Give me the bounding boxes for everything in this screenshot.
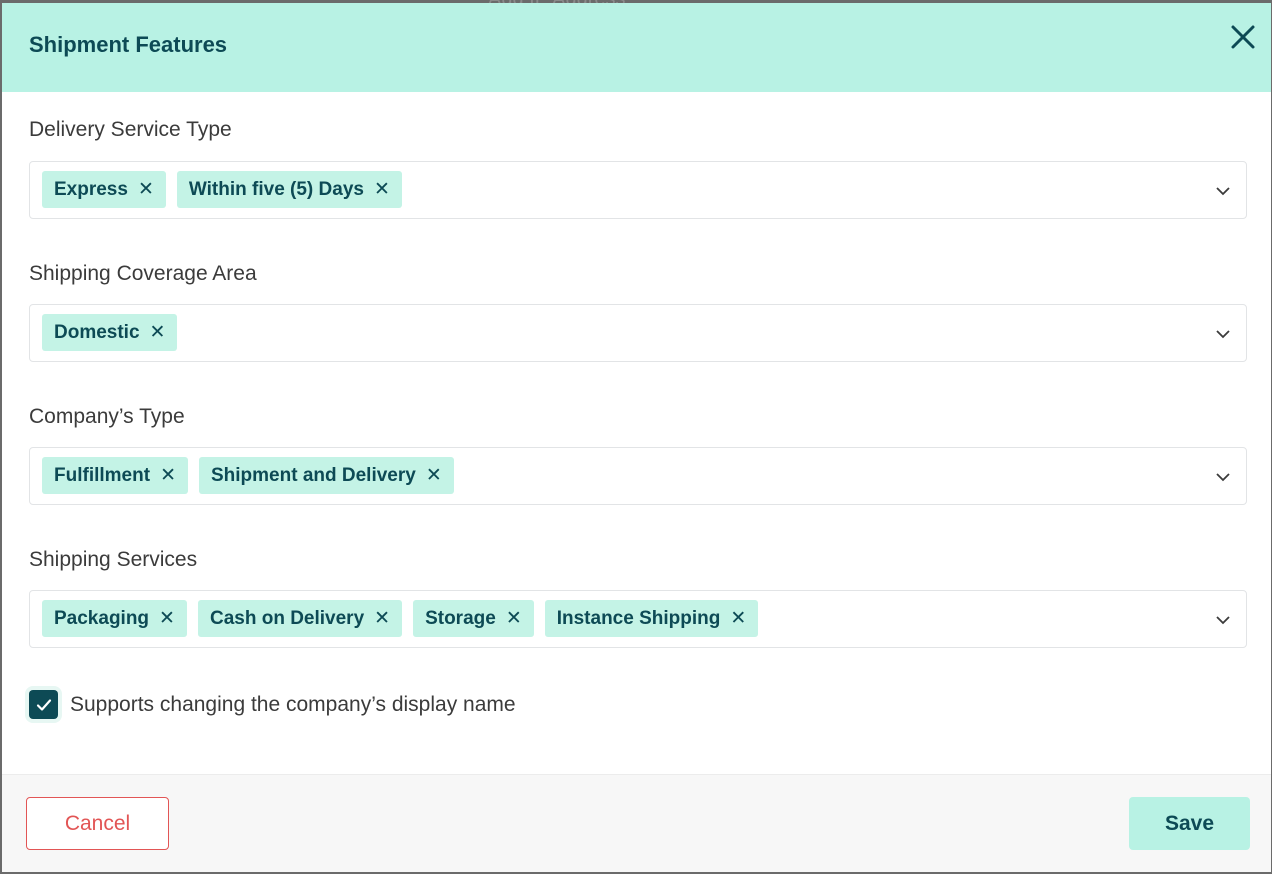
shipping-services-select[interactable]: Packaging ✕ Cash on Delivery ✕ Storage ✕… bbox=[29, 590, 1247, 648]
company-type-label: Company’s Type bbox=[29, 405, 185, 428]
chip-label: Fulfillment bbox=[54, 464, 151, 486]
company-type-select[interactable]: Fulfillment ✕ Shipment and Delivery ✕ bbox=[29, 447, 1247, 505]
modal-body: Delivery Service Type Express ✕ Within f… bbox=[2, 92, 1271, 774]
remove-chip-icon[interactable]: ✕ bbox=[374, 609, 390, 628]
shipping-coverage-area-select[interactable]: Domestic ✕ bbox=[29, 304, 1247, 362]
remove-chip-icon[interactable]: ✕ bbox=[159, 609, 175, 628]
shipping-coverage-area-label: Shipping Coverage Area bbox=[29, 262, 257, 285]
remove-chip-icon[interactable]: ✕ bbox=[138, 180, 154, 199]
chip: Shipment and Delivery ✕ bbox=[198, 457, 454, 494]
chevron-down-icon[interactable] bbox=[1214, 325, 1232, 343]
remove-chip-icon[interactable]: ✕ bbox=[506, 609, 522, 628]
remove-chip-icon[interactable]: ✕ bbox=[150, 323, 166, 342]
chip: Storage ✕ bbox=[413, 600, 534, 637]
modal-header: Shipment Features bbox=[2, 3, 1271, 92]
delivery-service-type-label: Delivery Service Type bbox=[29, 118, 232, 141]
close-icon[interactable] bbox=[1229, 23, 1257, 51]
chip-label: Domestic bbox=[54, 321, 140, 343]
remove-chip-icon[interactable]: ✕ bbox=[426, 466, 442, 485]
chip: Express ✕ bbox=[42, 171, 166, 208]
display-name-checkbox-label: Supports changing the company’s display … bbox=[70, 692, 516, 716]
display-name-checkbox-row: Supports changing the company’s display … bbox=[29, 690, 516, 719]
check-icon bbox=[36, 698, 51, 711]
chip: Domestic ✕ bbox=[42, 314, 178, 351]
delivery-service-type-select[interactable]: Express ✕ Within five (5) Days ✕ bbox=[29, 161, 1247, 219]
chip-label: Cash on Delivery bbox=[209, 607, 365, 629]
chevron-down-icon[interactable] bbox=[1214, 182, 1232, 200]
chevron-down-icon[interactable] bbox=[1214, 468, 1232, 486]
chip: Fulfillment ✕ bbox=[42, 457, 188, 494]
chip-label: Within five (5) Days bbox=[188, 178, 364, 200]
display-name-checkbox[interactable] bbox=[29, 690, 58, 719]
remove-chip-icon[interactable]: ✕ bbox=[730, 609, 746, 628]
chip: Cash on Delivery ✕ bbox=[197, 600, 403, 637]
remove-chip-icon[interactable]: ✕ bbox=[374, 180, 390, 199]
modal-title: Shipment Features bbox=[29, 32, 228, 57]
chevron-down-icon[interactable] bbox=[1214, 611, 1232, 629]
chip: Within five (5) Days ✕ bbox=[176, 171, 402, 208]
chip: Instance Shipping ✕ bbox=[544, 600, 759, 637]
shipment-features-modal: Shipment Features Delivery Service Type … bbox=[2, 3, 1271, 872]
shipping-services-label: Shipping Services bbox=[29, 548, 198, 571]
save-button[interactable]: Save bbox=[1129, 797, 1250, 850]
chip-label: Express bbox=[54, 178, 128, 200]
chip: Packaging ✕ bbox=[42, 600, 187, 637]
chip-label: Packaging bbox=[54, 607, 150, 629]
cancel-button[interactable]: Cancel bbox=[26, 797, 169, 850]
chip-label: Instance Shipping bbox=[556, 607, 721, 629]
chip-label: Storage bbox=[425, 607, 496, 629]
remove-chip-icon[interactable]: ✕ bbox=[160, 466, 176, 485]
modal-footer: Cancel Save bbox=[2, 774, 1271, 872]
chip-label: Shipment and Delivery bbox=[210, 464, 416, 486]
